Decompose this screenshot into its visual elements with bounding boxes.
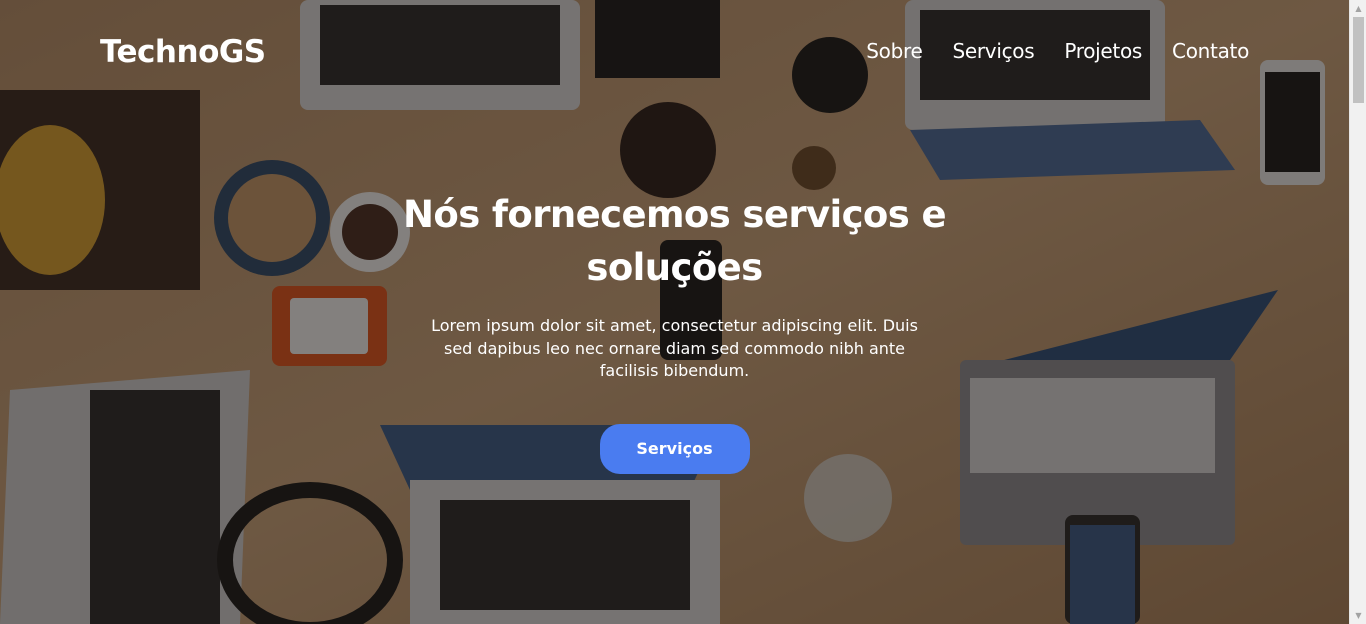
brand-logo[interactable]: TechnoGS — [100, 34, 266, 70]
services-button[interactable]: Serviços — [599, 423, 750, 474]
nav-item-servicos[interactable]: Serviços — [952, 39, 1034, 63]
main-nav: Sobre Serviços Projetos Contato — [866, 39, 1249, 63]
nav-item-contato[interactable]: Contato — [1172, 39, 1249, 63]
scroll-thumb[interactable] — [1353, 17, 1364, 103]
page-scrollbar[interactable]: ▲ ▼ — [1349, 0, 1366, 624]
nav-item-sobre[interactable]: Sobre — [866, 39, 923, 63]
nav-item-projetos[interactable]: Projetos — [1064, 39, 1142, 63]
hero-title: Nós fornecemos serviços e soluções — [403, 193, 947, 289]
scroll-up-arrow-icon[interactable]: ▲ — [1350, 0, 1366, 17]
scroll-down-arrow-icon[interactable]: ▼ — [1350, 607, 1366, 624]
hero-description: Lorem ipsum dolor sit amet, consectetur … — [431, 316, 918, 380]
hero-section: Nós fornecemos serviços e soluções Lorem… — [0, 188, 1349, 474]
